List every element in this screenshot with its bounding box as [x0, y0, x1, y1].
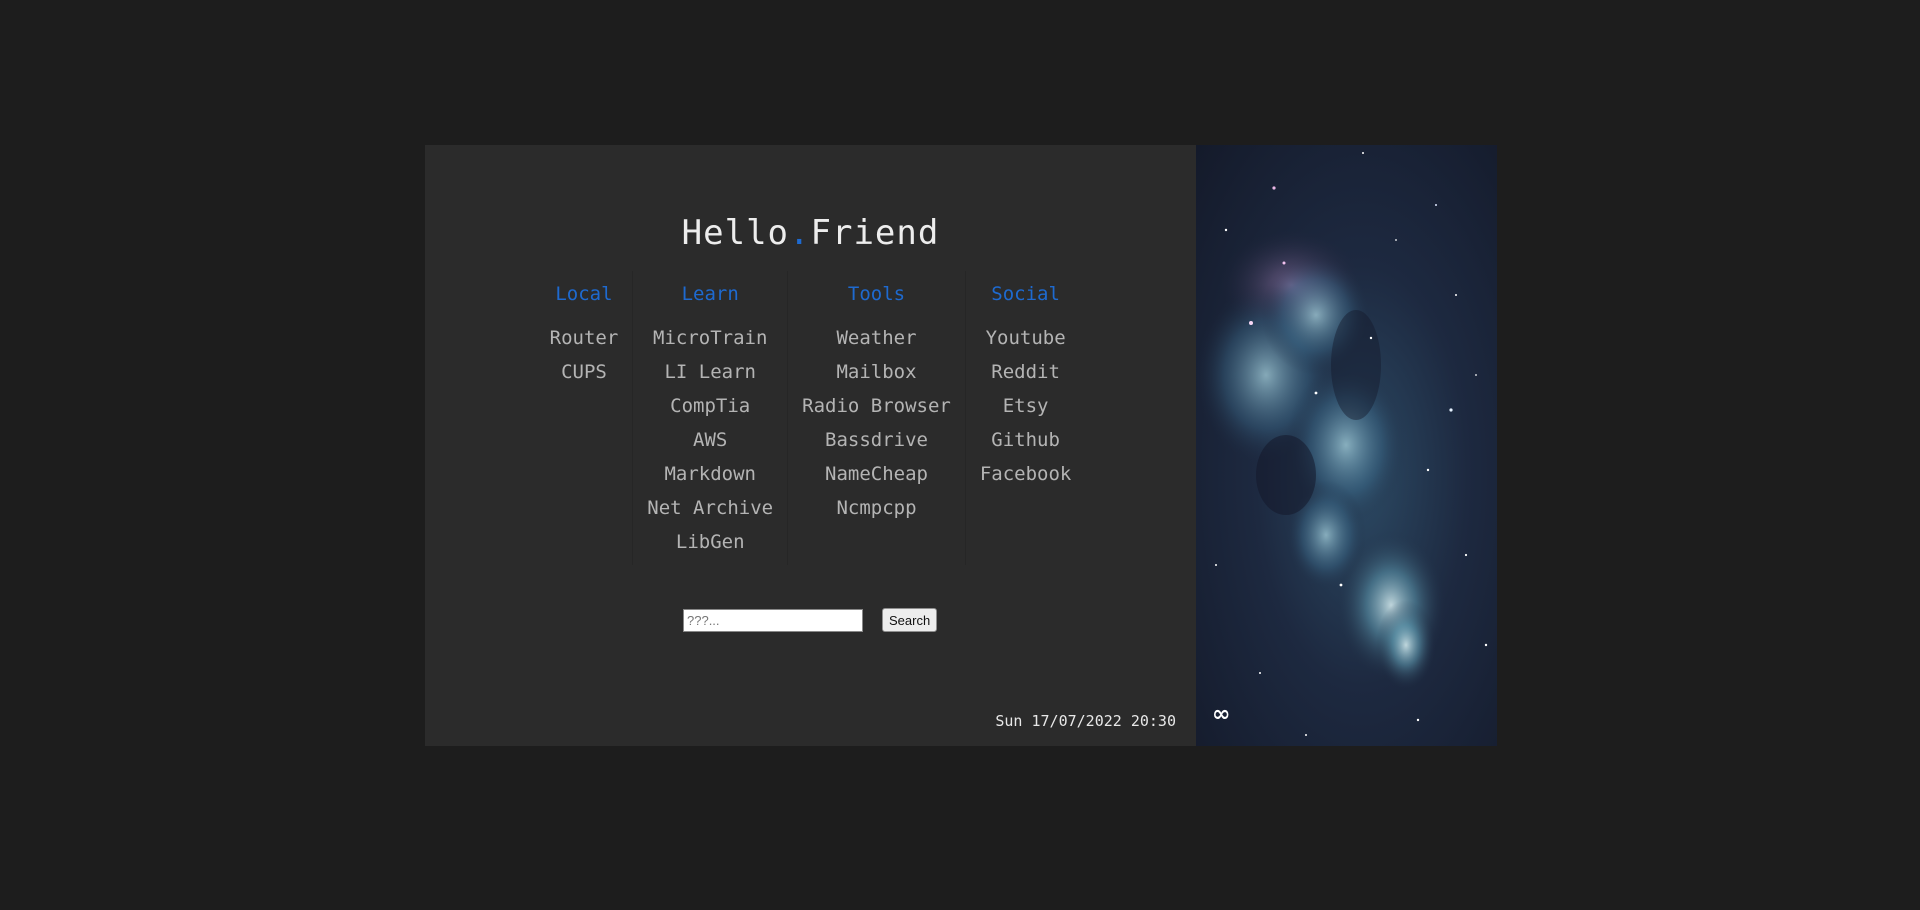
link-namecheap[interactable]: NameCheap [802, 457, 951, 491]
link-youtube[interactable]: Youtube [980, 321, 1072, 355]
link-router[interactable]: Router [550, 321, 619, 355]
column-heading: Learn [681, 283, 739, 305]
link-radio-browser[interactable]: Radio Browser [802, 389, 951, 423]
column-local: Local Router CUPS [536, 271, 633, 565]
page-title: Hello.Friend [425, 213, 1196, 253]
title-friend: Friend [810, 213, 940, 253]
column-heading: Local [555, 283, 613, 305]
search-button[interactable]: Search [882, 608, 938, 632]
title-hello: Hello [681, 213, 790, 253]
infinity-icon[interactable]: ∞ [1212, 703, 1230, 727]
link-comptia[interactable]: CompTia [647, 389, 773, 423]
link-li-learn[interactable]: LI Learn [647, 355, 773, 389]
column-social: Social Youtube Reddit Etsy Github Facebo… [964, 271, 1086, 565]
search-input[interactable] [683, 608, 863, 632]
nebula-image: ∞ [1196, 145, 1497, 746]
link-ncmpcpp[interactable]: Ncmpcpp [802, 491, 951, 525]
nebula-artwork [1196, 152, 1488, 736]
link-cups[interactable]: CUPS [550, 355, 619, 389]
column-tools: Tools Weather Mailbox Radio Browser Bass… [787, 271, 965, 565]
link-github[interactable]: Github [980, 423, 1072, 457]
main-panel: Hello.Friend Local Router CUPS Learn Mic… [425, 145, 1196, 746]
startpage-card: Hello.Friend Local Router CUPS Learn Mic… [425, 145, 1497, 746]
link-aws[interactable]: AWS [647, 423, 773, 457]
link-mailbox[interactable]: Mailbox [802, 355, 951, 389]
search-form: Search [683, 608, 938, 632]
link-columns: Local Router CUPS Learn MicroTrain LI Le… [425, 271, 1196, 565]
title-dot: . [789, 213, 811, 253]
datetime-display: Sun 17/07/2022 20:30 [995, 712, 1176, 730]
column-heading: Social [991, 283, 1060, 305]
link-libgen[interactable]: LibGen [647, 525, 773, 559]
link-bassdrive[interactable]: Bassdrive [802, 423, 951, 457]
link-net-archive[interactable]: Net Archive [647, 491, 773, 525]
link-facebook[interactable]: Facebook [980, 457, 1072, 491]
link-microtrain[interactable]: MicroTrain [647, 321, 773, 355]
link-markdown[interactable]: Markdown [647, 457, 773, 491]
link-weather[interactable]: Weather [802, 321, 951, 355]
link-etsy[interactable]: Etsy [980, 389, 1072, 423]
column-learn: Learn MicroTrain LI Learn CompTia AWS Ma… [632, 271, 787, 565]
column-heading: Tools [847, 283, 906, 305]
link-reddit[interactable]: Reddit [980, 355, 1072, 389]
